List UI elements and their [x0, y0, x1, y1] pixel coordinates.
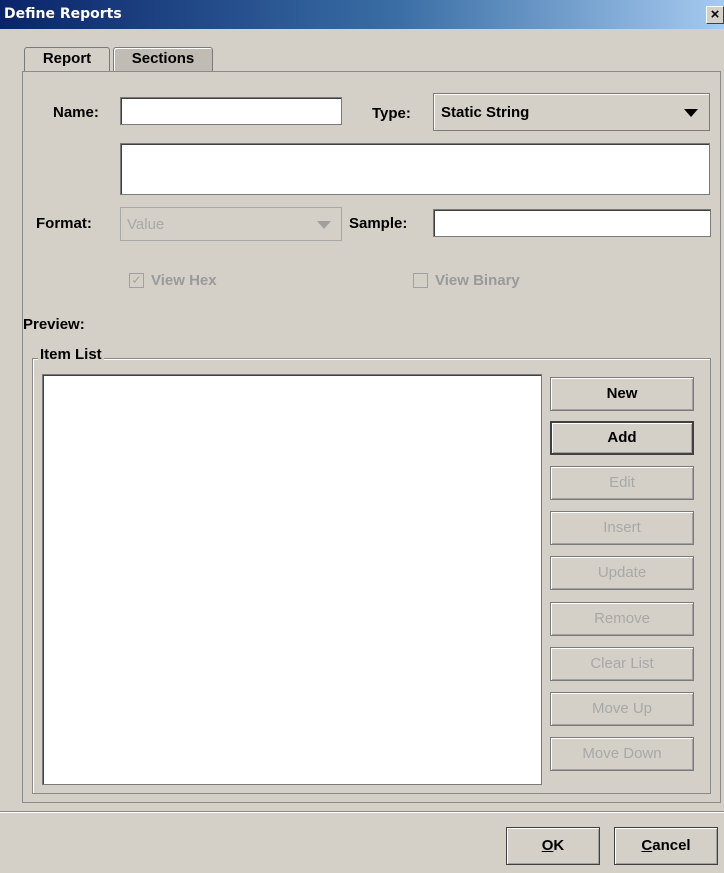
view-hex-label: View Hex	[151, 272, 217, 289]
string-value-field[interactable]	[120, 143, 710, 195]
item-list-title: Item List	[38, 346, 104, 363]
view-hex-checkbox[interactable]: ✓	[129, 273, 144, 288]
view-binary-label: View Binary	[435, 272, 520, 289]
preview-label: Preview:	[23, 316, 85, 333]
tab-report[interactable]: Report	[24, 47, 110, 72]
new-button[interactable]: New	[550, 377, 694, 411]
ok-button[interactable]: OK	[506, 827, 600, 865]
insert-button[interactable]: Insert	[550, 511, 694, 545]
cancel-button[interactable]: Cancel	[614, 827, 718, 865]
cancel-label-rest: ancel	[652, 837, 691, 854]
sample-label: Sample:	[349, 215, 408, 232]
view-binary-checkbox[interactable]	[413, 273, 428, 288]
format-select[interactable]: Value	[120, 207, 342, 241]
sample-input[interactable]	[433, 209, 711, 237]
name-label: Name:	[53, 104, 99, 121]
type-label: Type:	[372, 105, 411, 122]
title-bar[interactable]: Define Reports ×	[0, 0, 724, 29]
format-label: Format:	[36, 215, 92, 232]
chevron-down-icon	[684, 109, 698, 117]
ok-mnemonic: O	[541, 837, 554, 854]
tab-sections[interactable]: Sections	[113, 47, 213, 72]
move-up-button[interactable]: Move Up	[550, 692, 694, 726]
footer-separator	[0, 811, 724, 813]
clear-list-button[interactable]: Clear List	[550, 647, 694, 681]
chevron-down-icon	[317, 221, 331, 229]
edit-button[interactable]: Edit	[550, 466, 694, 500]
close-icon[interactable]: ×	[706, 6, 724, 24]
window-title: Define Reports	[4, 6, 122, 22]
type-select-value: Static String	[441, 104, 530, 121]
type-select[interactable]: Static String	[433, 93, 710, 131]
remove-button[interactable]: Remove	[550, 602, 694, 636]
cancel-mnemonic: C	[641, 837, 653, 854]
update-button[interactable]: Update	[550, 556, 694, 590]
format-select-value: Value	[127, 216, 165, 233]
add-button[interactable]: Add	[550, 421, 694, 455]
ok-label-rest: K	[553, 837, 565, 854]
item-list-box[interactable]	[42, 374, 542, 785]
name-input[interactable]	[120, 97, 342, 125]
move-down-button[interactable]: Move Down	[550, 737, 694, 771]
checkmark-icon: ✓	[131, 273, 142, 287]
